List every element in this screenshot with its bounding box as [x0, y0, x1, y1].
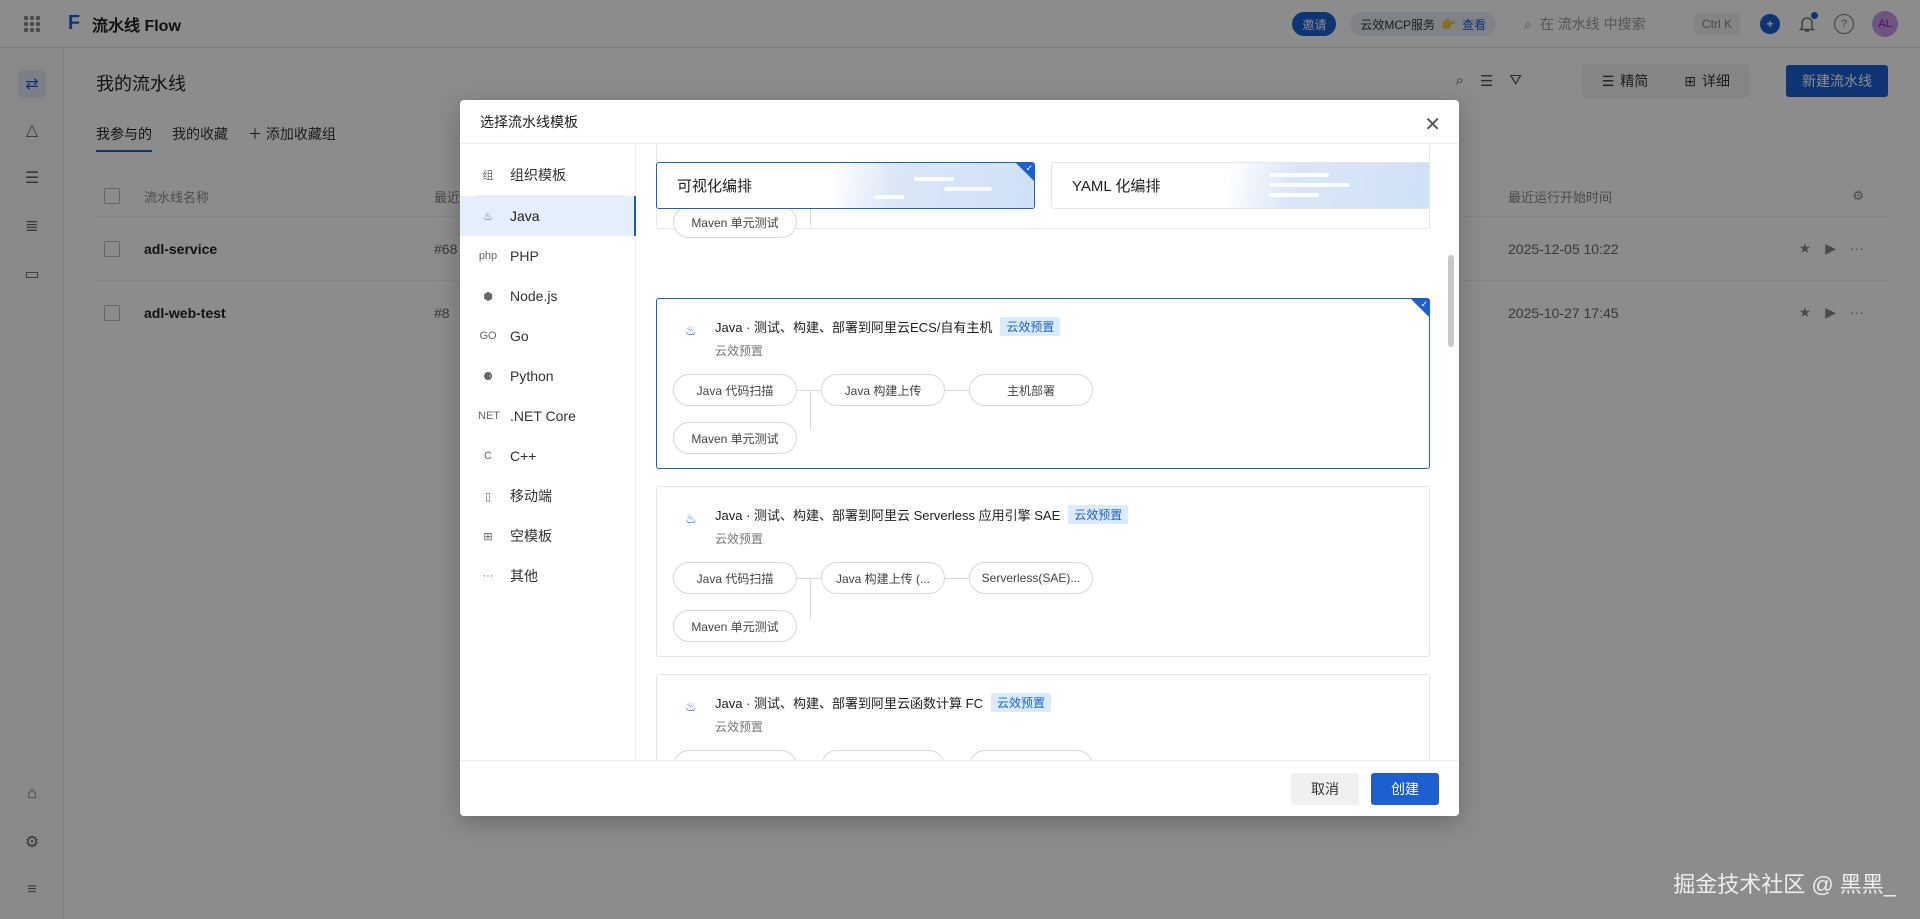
template-list[interactable]: Maven 单元测试 ♨ Java · 测试、构建、部署到阿里云ECS/自有主机… [656, 145, 1430, 760]
connector [810, 390, 811, 430]
org-template-icon: 组 [482, 170, 494, 182]
card-subtitle: 云效预置 [715, 720, 764, 734]
tab-yaml-mode[interactable]: YAML 化编排 [1051, 162, 1430, 209]
category-php[interactable]: php PHP [460, 236, 635, 276]
category-label: Node.js [510, 288, 558, 304]
connector [945, 578, 969, 579]
category-label: .NET Core [510, 408, 576, 424]
category-nodejs[interactable]: ⬢ Node.js [460, 276, 635, 316]
template-modal: 选择流水线模板 ✕ 组 组织模板 ♨ Java php PHP ⬢ Node.js GO… [460, 100, 1459, 816]
category-cpp[interactable]: C C++ [460, 436, 635, 476]
category-label: Go [510, 328, 529, 344]
template-card-ecs[interactable]: ♨ Java · 测试、构建、部署到阿里云ECS/自有主机云效预置 云效预置 J… [656, 298, 1430, 469]
stage-sae-deploy: Serverless(SAE)... [969, 562, 1093, 594]
java-icon: ♨ [685, 323, 697, 338]
scrollbar[interactable] [1448, 155, 1454, 750]
scrollbar-thumb[interactable] [1448, 255, 1454, 347]
category-label: 空模板 [510, 528, 552, 544]
category-other[interactable]: ··· 其他 [460, 556, 635, 596]
connector [797, 390, 821, 391]
selected-check-icon [1016, 163, 1034, 181]
connector [797, 578, 821, 579]
stage-pill [969, 750, 1093, 760]
card-header: ♨ Java · 测试、构建、部署到阿里云ECS/自有主机 云效预置 云效预置 [685, 317, 1061, 359]
category-java[interactable]: ♨ Java [460, 196, 636, 236]
category-label: 其他 [510, 568, 538, 584]
empty-template-icon: ⊞ [483, 530, 493, 543]
stage-code-scan: Java 代码扫描 [673, 374, 797, 406]
stage-build-upload: Java 构建上传 (... [821, 562, 945, 594]
create-button[interactable]: 创建 [1371, 772, 1439, 805]
card-header: ♨ Java · 测试、构建、部署到阿里云 Serverless 应用引擎 SA… [685, 505, 1129, 547]
cancel-button[interactable]: 取消 [1291, 772, 1359, 805]
category-label: Python [510, 368, 554, 384]
category-list: 组 组织模板 ♨ Java php PHP ⬢ Node.js GO Go ⚈ Python… [460, 145, 636, 760]
php-icon: php [478, 250, 498, 262]
category-mobile[interactable]: ▯ 移动端 [460, 476, 635, 516]
preset-badge: 云效预置 [990, 693, 1051, 712]
category-label: 组织模板 [510, 167, 566, 183]
card-subtitle: 云效预置 [715, 532, 764, 546]
stage-maven-test: Maven 单元测试 [673, 610, 797, 642]
preset-badge: 云效预置 [1000, 317, 1061, 336]
stage-pill [821, 750, 945, 760]
modal-body: 组 组织模板 ♨ Java php PHP ⬢ Node.js GO Go ⚈ Python… [460, 145, 1459, 760]
mode-tabs: 可视化编排 YAML 化编排 [656, 162, 1430, 209]
stage-host-deploy: 主机部署 [969, 374, 1093, 406]
tab-visual-mode[interactable]: 可视化编排 [656, 162, 1035, 209]
nodejs-icon: ⬢ [483, 290, 493, 303]
card-title: Java · 测试、构建、部署到阿里云ECS/自有主机 [715, 320, 993, 335]
stage-build-upload: Java 构建上传 [821, 374, 945, 406]
connector [810, 206, 811, 226]
connector [945, 390, 969, 391]
category-org[interactable]: 组 组织模板 [460, 155, 635, 195]
preset-badge: 云效预置 [1068, 505, 1129, 524]
dotnet-icon: NET [478, 410, 500, 422]
modal-footer: 取消 创建 [460, 760, 1459, 816]
category-label: 移动端 [510, 488, 552, 504]
stage-code-scan: Java 代码扫描 [673, 562, 797, 594]
category-label: Java [510, 208, 540, 224]
modal-header: 选择流水线模板 ✕ [460, 100, 1459, 144]
mode-label: YAML 化编排 [1072, 178, 1161, 195]
category-empty[interactable]: ⊞ 空模板 [460, 516, 635, 556]
java-icon: ♨ [685, 699, 697, 714]
watermark: 掘金技术社区 @ 黑黑_ [1673, 872, 1896, 897]
yaml-mode-illustration [1229, 163, 1429, 208]
java-icon: ♨ [483, 210, 493, 223]
visual-mode-illustration [834, 163, 1034, 208]
card-title: Java · 测试、构建、部署到阿里云函数计算 FC [715, 696, 983, 711]
category-label: C++ [510, 448, 537, 464]
category-python[interactable]: ⚈ Python [460, 356, 635, 396]
category-dotnet[interactable]: NET .NET Core [460, 396, 635, 436]
cpp-icon: C [484, 450, 492, 462]
java-icon: ♨ [685, 511, 697, 526]
card-header: ♨ Java · 测试、构建、部署到阿里云函数计算 FC 云效预置 云效预置 [685, 693, 1051, 735]
card-title: Java · 测试、构建、部署到阿里云 Serverless 应用引擎 SAE [715, 508, 1061, 523]
connector [810, 578, 811, 618]
template-card-sae[interactable]: ♨ Java · 测试、构建、部署到阿里云 Serverless 应用引擎 SA… [656, 486, 1430, 657]
stage-maven-test: Maven 单元测试 [673, 206, 797, 238]
category-go[interactable]: GO Go [460, 316, 635, 356]
selected-check-icon [1411, 299, 1429, 317]
template-card-fc[interactable]: ♨ Java · 测试、构建、部署到阿里云函数计算 FC 云效预置 云效预置 [656, 674, 1430, 760]
category-label: PHP [510, 248, 539, 264]
mode-label: 可视化编排 [677, 178, 753, 195]
card-subtitle: 云效预置 [715, 344, 764, 358]
close-icon[interactable]: ✕ [1424, 112, 1441, 137]
stage-pill [673, 750, 797, 760]
more-icon: ··· [482, 570, 494, 582]
stage-maven-test: Maven 单元测试 [673, 422, 797, 454]
go-icon: GO [479, 330, 497, 342]
mobile-icon: ▯ [484, 490, 492, 503]
template-content: 可视化编排 YAML 化编排 Maven 单元测试 [636, 145, 1459, 760]
python-icon: ⚈ [483, 370, 493, 383]
modal-title: 选择流水线模板 [480, 113, 578, 130]
